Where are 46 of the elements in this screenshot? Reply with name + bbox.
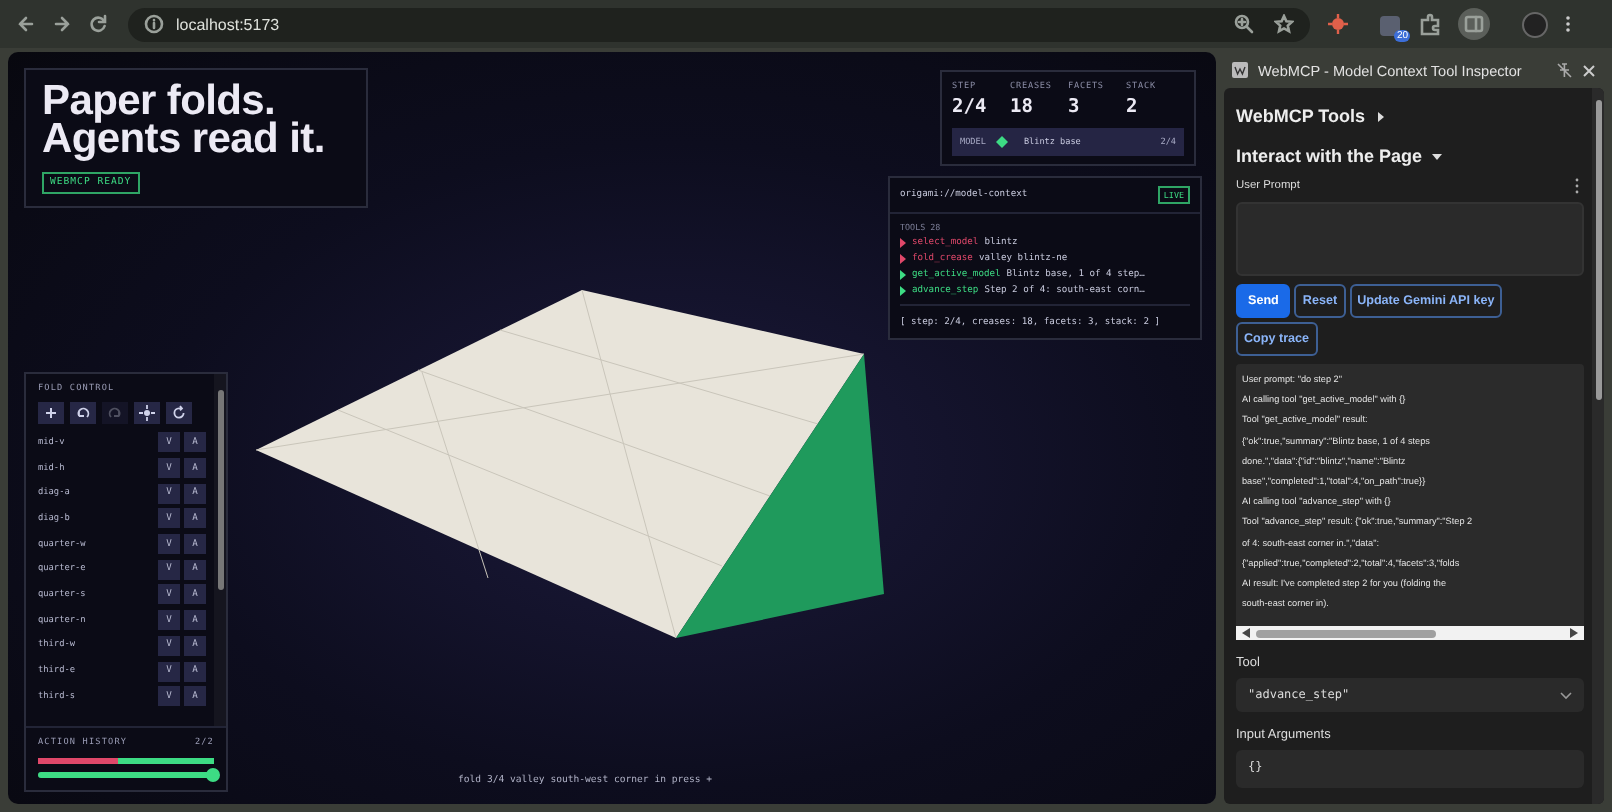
chevron-down-icon bbox=[1560, 691, 1572, 699]
tool-button[interactable] bbox=[134, 402, 160, 424]
tool-button[interactable] bbox=[38, 402, 64, 424]
url-text: localhost:5173 bbox=[176, 15, 280, 33]
stat-value: 2/4 bbox=[952, 96, 989, 118]
extension-icon[interactable] bbox=[1326, 12, 1350, 36]
forward-icon[interactable] bbox=[52, 14, 72, 34]
reload-icon[interactable] bbox=[88, 14, 108, 34]
scroll-left-icon[interactable] bbox=[1242, 628, 1250, 638]
diamond-icon bbox=[995, 136, 1008, 148]
w-logo-icon bbox=[1232, 62, 1248, 78]
stat-value: 18 bbox=[1010, 96, 1035, 118]
horizontal-scrollbar[interactable] bbox=[1236, 626, 1584, 640]
section-header[interactable]: WebMCP Tools bbox=[1236, 96, 1584, 136]
undo-icon bbox=[74, 404, 92, 422]
side-panel-icon bbox=[1464, 14, 1484, 34]
pin-icon[interactable] bbox=[1556, 62, 1572, 78]
menu-icon[interactable] bbox=[1564, 14, 1572, 34]
redo-icon bbox=[106, 404, 124, 422]
stat-value: 3 bbox=[1068, 96, 1082, 118]
close-icon[interactable] bbox=[1582, 63, 1596, 77]
headline: Agents read it. bbox=[42, 120, 327, 158]
zoom-icon[interactable] bbox=[1234, 14, 1254, 34]
stat-value: 2 bbox=[1126, 96, 1140, 118]
section-header[interactable]: Interact with the Page bbox=[1236, 136, 1584, 176]
scrollbar-thumb[interactable] bbox=[1595, 100, 1601, 400]
tool-button[interactable] bbox=[166, 402, 192, 424]
scrollbar[interactable] bbox=[214, 374, 226, 726]
scrollbar-thumb[interactable] bbox=[217, 390, 223, 590]
side-panel-button[interactable] bbox=[1458, 8, 1490, 40]
scroll-right-icon[interactable] bbox=[1570, 628, 1578, 638]
back-icon[interactable] bbox=[16, 14, 36, 34]
avatar[interactable] bbox=[1522, 11, 1548, 37]
more-icon[interactable] bbox=[1574, 178, 1580, 194]
puzzle-icon[interactable] bbox=[1418, 12, 1442, 36]
rotate-icon bbox=[170, 404, 188, 422]
target-icon bbox=[138, 404, 156, 422]
star-icon[interactable] bbox=[1274, 14, 1294, 34]
plus-icon bbox=[42, 404, 60, 422]
info-icon bbox=[144, 14, 164, 34]
tool-button[interactable] bbox=[70, 402, 96, 424]
address-bar[interactable]: localhost:5173 bbox=[128, 7, 1310, 41]
headline: Paper folds. bbox=[42, 82, 278, 120]
scrollbar-thumb[interactable] bbox=[1256, 629, 1436, 637]
scrollbar[interactable] bbox=[1592, 88, 1604, 804]
slider-thumb[interactable] bbox=[206, 767, 220, 781]
